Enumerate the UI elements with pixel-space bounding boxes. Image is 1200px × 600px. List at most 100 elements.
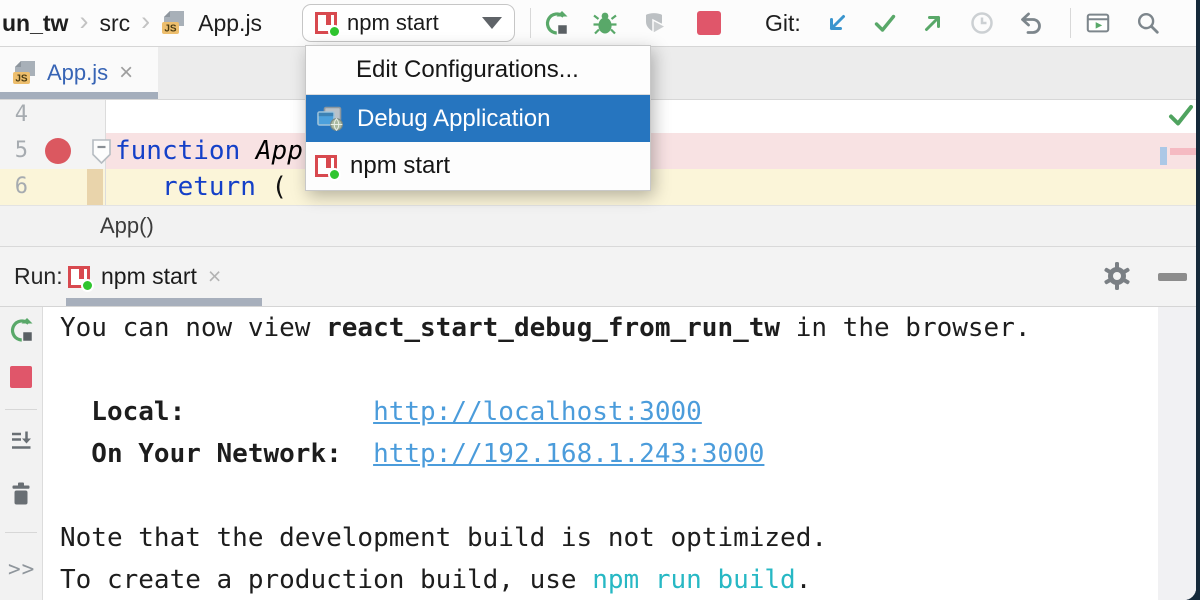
undo-arrow-icon xyxy=(1017,10,1043,36)
search-everywhere-button[interactable] xyxy=(1135,10,1161,36)
profiler-button[interactable] xyxy=(641,10,667,36)
code-line-6[interactable]: return ( xyxy=(115,169,287,205)
console-line-1: You can now view react_start_debug_from_… xyxy=(60,307,1031,349)
scroll-to-end-button[interactable] xyxy=(8,427,34,453)
breadcrumb-file[interactable]: App.js xyxy=(198,10,262,37)
menu-item-label: Edit Configurations... xyxy=(356,56,579,84)
running-dot-icon xyxy=(81,279,94,292)
console-line-empty xyxy=(60,475,1031,517)
run-panel-title: Run: xyxy=(14,247,63,306)
history-button[interactable] xyxy=(969,10,995,36)
rerun-button[interactable] xyxy=(8,317,34,343)
git-label: Git: xyxy=(765,0,801,46)
identifier-app: App xyxy=(240,136,303,166)
code-rest: ( xyxy=(256,172,287,202)
npm-icon xyxy=(315,12,337,34)
toolbar-separator xyxy=(530,8,531,38)
breadcrumb-project[interactable]: un_tw xyxy=(2,10,68,37)
code-fold-icon[interactable] xyxy=(91,138,112,165)
run-config-dropdown: Edit Configurations... Debug Application… xyxy=(305,45,651,191)
error-stripe-mark-blue[interactable] xyxy=(1160,147,1167,165)
app-name-bold: react_start_debug_from_run_tw xyxy=(326,313,780,343)
more-options-button[interactable]: >> xyxy=(8,557,35,581)
menu-item-debug-application[interactable]: Debug Application xyxy=(306,95,650,142)
menu-item-label: npm start xyxy=(350,152,450,180)
npm-icon xyxy=(315,155,337,177)
run-panel-header: Run: npm start × xyxy=(0,247,1196,307)
toolbar-separator xyxy=(5,409,37,410)
console-line-network: On Your Network: http://192.168.1.243:30… xyxy=(60,433,1031,475)
breadcrumb-function[interactable]: App() xyxy=(100,206,154,246)
line-number-5: 5 xyxy=(0,133,28,169)
run-config-label: npm start xyxy=(347,10,439,36)
profiler-icon xyxy=(641,10,667,36)
console-toolbar: >> xyxy=(0,307,43,600)
menu-item-label: Debug Application xyxy=(357,105,550,133)
npm-run-build-command: npm run build xyxy=(592,565,796,595)
network-link[interactable]: http://192.168.1.243:3000 xyxy=(373,439,764,469)
tab-label: App.js xyxy=(47,60,108,86)
git-update-button[interactable] xyxy=(824,10,850,36)
error-stripe-mark-pink[interactable] xyxy=(1170,148,1196,155)
js-file-icon: JS xyxy=(12,60,38,87)
stop-button[interactable] xyxy=(10,366,32,388)
svg-text:JS: JS xyxy=(165,23,178,34)
local-label: Local: xyxy=(60,397,185,427)
editor-breadcrumb-bar: App() xyxy=(0,205,1196,247)
toolbar-separator xyxy=(5,532,37,533)
svg-text:JS: JS xyxy=(15,73,28,84)
js-file-icon: JS xyxy=(161,10,187,37)
console-line-build: To create a production build, use npm ru… xyxy=(60,559,1031,600)
git-push-button[interactable] xyxy=(920,10,946,36)
running-dot-icon xyxy=(328,25,341,38)
toolbar-separator xyxy=(1070,8,1071,38)
close-tab-icon[interactable]: × xyxy=(119,59,133,87)
network-label: On Your Network: xyxy=(60,439,342,469)
console-scrollbar-track[interactable] xyxy=(1158,307,1196,600)
stop-button[interactable] xyxy=(697,11,721,35)
spacer xyxy=(342,439,373,469)
console-line-local: Local: http://localhost:3000 xyxy=(60,391,1031,433)
keyword-function: function xyxy=(115,136,240,166)
indent xyxy=(115,172,162,202)
breadcrumb-dir[interactable]: src xyxy=(99,10,130,37)
chevron-right-icon: › xyxy=(79,6,88,37)
localhost-link[interactable]: http://localhost:3000 xyxy=(373,397,702,427)
settings-gear-icon[interactable] xyxy=(1103,262,1131,290)
scroll-to-end-icon xyxy=(8,427,34,453)
code-line-5[interactable]: function App xyxy=(115,133,303,169)
chevron-right-icon: › xyxy=(141,6,150,37)
clear-all-button[interactable] xyxy=(8,481,34,507)
rerun-icon xyxy=(8,317,34,343)
rerun-button[interactable] xyxy=(543,10,569,36)
npm-icon xyxy=(68,266,90,288)
arrow-down-left-icon xyxy=(824,10,850,36)
close-tab-icon[interactable]: × xyxy=(208,263,221,290)
console-text: You can now view xyxy=(60,313,326,343)
inspection-ok-icon[interactable] xyxy=(1168,103,1194,128)
run-window-icon xyxy=(1085,10,1111,36)
console-line-empty xyxy=(60,349,1031,391)
bug-icon xyxy=(592,10,618,36)
breakpoint-icon[interactable] xyxy=(45,138,71,164)
debug-application-icon xyxy=(316,105,343,132)
console-text: Note that the development build is not o… xyxy=(60,523,827,553)
active-tab-underline xyxy=(0,92,158,99)
debug-button[interactable] xyxy=(592,10,618,36)
rerun-icon xyxy=(543,10,569,36)
console-line-note: Note that the development build is not o… xyxy=(60,517,1031,559)
menu-item-edit-configurations[interactable]: Edit Configurations... xyxy=(306,46,650,94)
spacer xyxy=(185,397,373,427)
run-config-selector[interactable]: npm start xyxy=(302,4,515,42)
menu-item-npm-start[interactable]: npm start xyxy=(306,142,650,190)
search-icon xyxy=(1135,9,1161,37)
line-number-4: 4 xyxy=(0,100,28,133)
git-commit-button[interactable] xyxy=(872,10,898,36)
main-toolbar: un_tw › src › JS App.js npm start xyxy=(0,0,1196,47)
run-console: >> You can now view react_start_debug_fr… xyxy=(0,307,1196,600)
rollback-button[interactable] xyxy=(1017,10,1043,36)
clock-icon xyxy=(969,10,995,36)
trash-icon xyxy=(8,481,34,507)
hide-panel-button[interactable] xyxy=(1158,273,1187,281)
run-anything-button[interactable] xyxy=(1085,10,1111,36)
